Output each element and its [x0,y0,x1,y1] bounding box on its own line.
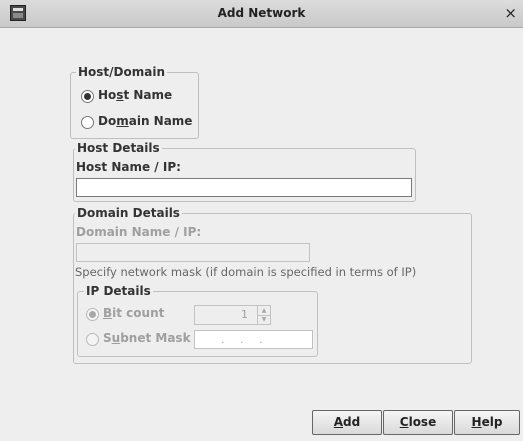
host-domain-legend: Host/Domain [76,65,168,79]
subnet-mask-mnemonic: u [111,331,121,345]
spinner-buttons: ▲ ▼ [257,306,270,324]
close-icon[interactable]: × [504,4,517,22]
help-mnemonic: H [471,415,482,429]
subnet-mask-label[interactable]: Subnet Mask [103,331,191,345]
host-domain-group [70,72,199,139]
bit-count-label[interactable]: Bit count [103,306,164,320]
domain-name-radio[interactable] [81,116,94,129]
host-name-radio[interactable] [81,90,94,103]
window-title: Add Network [217,6,306,20]
add-button[interactable]: Add [312,410,382,435]
domain-details-legend: Domain Details [75,206,182,220]
subnet-mask-input[interactable]: . . . [194,330,313,349]
ip-details-legend: IP Details [84,284,153,298]
bit-count-radio[interactable] [86,308,99,321]
domain-name-ip-input[interactable] [76,243,310,262]
bit-count-spinner[interactable]: 1 ▲ ▼ [194,305,271,325]
host-name-radio-label[interactable]: Host Name [98,88,172,102]
host-name-ip-label: Host Name / IP: [76,160,181,174]
help-button[interactable]: Help [454,410,520,435]
domain-name-radio-label[interactable]: Domain Name [98,114,192,128]
domain-name-label-post: ain Name [128,114,193,128]
domain-name-label-pre: Do [98,114,117,128]
domain-name-mnemonic: m [116,114,129,128]
close-label-post: lose [408,415,437,429]
host-name-ip-input[interactable] [76,178,412,197]
host-name-label-pre: Ho [98,88,117,102]
bit-count-value: 1 [241,308,248,321]
spinner-down-icon[interactable]: ▼ [258,315,270,324]
add-mnemonic: A [333,415,344,429]
domain-name-ip-label: Domain Name / IP: [76,225,202,239]
bit-count-label-post: it count [112,306,165,320]
host-name-label-post: t Name [123,88,173,102]
bit-count-mnemonic: B [103,306,113,320]
subnet-mask-radio[interactable] [86,333,99,346]
title-bar: Add Network × [0,0,523,28]
subnet-mask-label-post: bnet Mask [120,331,191,345]
close-mnemonic: C [399,415,409,429]
close-button[interactable]: Close [383,410,453,435]
subnet-mask-label-pre: S [103,331,112,345]
add-label-post: dd [343,415,361,429]
help-label-post: elp [481,415,503,429]
host-details-legend: Host Details [75,141,162,155]
network-mask-note: Specify network mask (if domain is speci… [75,265,417,279]
